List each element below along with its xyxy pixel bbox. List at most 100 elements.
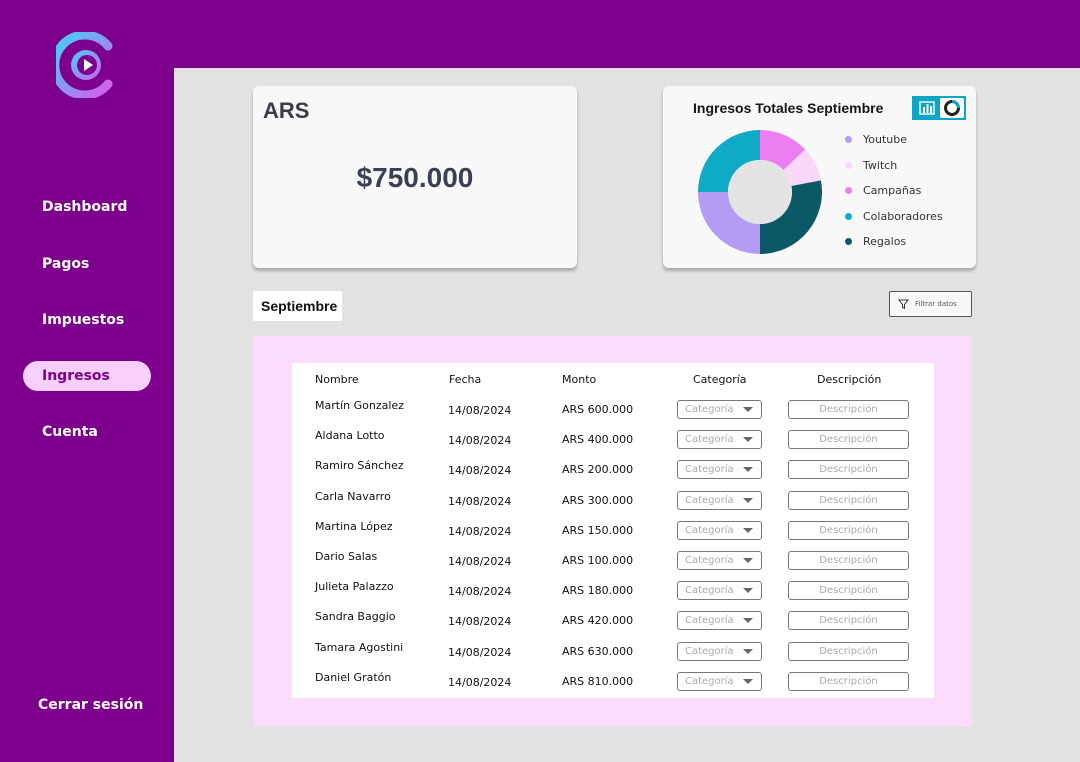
currency-label: ARS: [263, 98, 310, 123]
description-input[interactable]: Descripción: [788, 581, 909, 601]
legend-item: Regalos: [845, 235, 906, 248]
header-monto: Monto: [562, 373, 597, 386]
sidebar-item-pagos[interactable]: Pagos: [23, 249, 151, 279]
row-amount: ARS 810.000: [562, 674, 634, 688]
row-amount: ARS 300.000: [562, 493, 634, 507]
row-amount: ARS 630.000: [562, 644, 634, 658]
row-date: 14/08/2024: [448, 524, 512, 538]
description-input[interactable]: Descripción: [788, 490, 909, 510]
row-name: Tamara Agostini: [315, 640, 404, 654]
row-date: 14/08/2024: [448, 585, 512, 599]
logout-button[interactable]: Cerrar sesión: [38, 697, 143, 713]
legend-swatch: [845, 136, 852, 143]
description-input[interactable]: Descripción: [788, 551, 909, 570]
header-descripcion: Descripción: [817, 373, 882, 386]
description-input[interactable]: Descripción: [788, 641, 909, 661]
row-amount: ARS 100.000: [562, 554, 634, 567]
row-name: Carla Navarro: [315, 489, 391, 503]
row-name: Aldana Lotto: [315, 429, 385, 443]
row-amount: ARS 180.000: [562, 584, 634, 598]
legend-label: Regalos: [863, 235, 907, 248]
header-categoria: Categoría: [693, 373, 747, 386]
legend-swatch: [845, 238, 852, 245]
legend-swatch: [845, 212, 852, 220]
donut-hole: [728, 160, 792, 224]
legend-item: Twitch: [845, 159, 897, 172]
row-date: 14/08/2024: [448, 494, 512, 508]
category-dropdown[interactable]: Categoría: [677, 551, 762, 570]
legend-swatch: [845, 187, 852, 194]
balance-amount: $750.000: [356, 162, 474, 193]
description-input[interactable]: Descripción: [788, 460, 909, 480]
category-dropdown[interactable]: Categoría: [677, 581, 762, 601]
legend-label: Campañas: [863, 184, 922, 197]
sidebar-item-ingresos[interactable]: Ingresos: [23, 361, 151, 391]
legend-label: Twitch: [863, 158, 898, 172]
category-dropdown[interactable]: Categoría: [677, 671, 762, 691]
legend-item: Campañas: [845, 184, 921, 197]
chevron-down-icon: [743, 497, 753, 503]
description-input[interactable]: Descripción: [788, 520, 909, 540]
chevron-down-icon: [743, 437, 753, 443]
income-donut-chart: [698, 130, 822, 254]
sidebar-item-cuenta[interactable]: Cuenta: [23, 417, 151, 447]
row-name: Julieta Palazzo: [315, 580, 394, 594]
category-dropdown[interactable]: Categoría: [677, 430, 762, 450]
filter-icon: [898, 299, 909, 309]
row-name: Martina López: [315, 519, 393, 533]
description-input[interactable]: Descripción: [788, 611, 909, 631]
chevron-down-icon: [743, 678, 753, 684]
description-input[interactable]: Descripción: [788, 400, 909, 419]
income-chart-card: Ingresos Totales Septiembre Youtube Twitc…: [663, 86, 976, 268]
row-date: 14/08/2024: [448, 404, 512, 417]
row-amount: ARS 150.000: [562, 523, 634, 537]
row-date: 14/08/2024: [448, 434, 512, 448]
row-name: Martín Gonzalez: [315, 399, 404, 412]
chevron-down-icon: [743, 407, 753, 412]
filter-button[interactable]: Filtrar datos: [889, 291, 972, 317]
row-date: 14/08/2024: [448, 464, 512, 478]
row-amount: ARS 600.000: [562, 403, 634, 416]
row-amount: ARS 200.000: [562, 463, 634, 477]
legend-label: Youtube: [863, 133, 907, 146]
category-dropdown[interactable]: Categoría: [677, 641, 762, 661]
chart-title: Ingresos Totales Septiembre: [693, 100, 884, 116]
legend-item: Youtube: [845, 133, 907, 146]
sidebar-item-impuestos[interactable]: Impuestos: [23, 305, 151, 335]
row-date: 14/08/2024: [448, 555, 512, 568]
chevron-down-icon: [743, 527, 753, 533]
sidebar-item-dashboard[interactable]: Dashboard: [23, 192, 151, 222]
chevron-down-icon: [743, 558, 753, 563]
month-label: Septiembre: [253, 291, 342, 321]
chart-type-toggle: [912, 96, 966, 120]
filter-button-label: Filtrar datos: [915, 300, 957, 308]
row-date: 14/08/2024: [448, 675, 512, 689]
description-input[interactable]: Descripción: [788, 671, 909, 691]
header-fecha: Fecha: [449, 373, 482, 386]
pie-chart-icon[interactable]: [940, 98, 964, 118]
row-date: 14/08/2024: [448, 645, 512, 659]
category-dropdown[interactable]: Categoría: [677, 460, 762, 480]
category-dropdown[interactable]: Categoría: [677, 611, 762, 631]
app-logo: [56, 32, 113, 98]
category-dropdown[interactable]: Categoría: [677, 400, 762, 419]
category-dropdown[interactable]: Categoría: [677, 490, 762, 510]
row-date: 14/08/2024: [448, 615, 512, 629]
balance-card: ARS $750.000: [253, 86, 577, 268]
legend-label: Colaboradores: [863, 209, 943, 223]
chevron-down-icon: [743, 618, 753, 624]
legend-swatch: [845, 161, 852, 169]
category-dropdown[interactable]: Categoría: [677, 520, 762, 540]
description-input[interactable]: Descripción: [788, 430, 909, 450]
chevron-down-icon: [743, 467, 753, 473]
legend-item: Colaboradores: [845, 210, 943, 223]
bar-chart-icon[interactable]: [915, 98, 939, 118]
row-name: Dario Salas: [315, 550, 378, 563]
row-name: Sandra Baggio: [315, 610, 396, 624]
row-name: Daniel Gratón: [315, 670, 392, 684]
chevron-down-icon: [743, 588, 753, 594]
row-amount: ARS 420.000: [562, 614, 634, 628]
header-nombre: Nombre: [315, 373, 359, 386]
row-amount: ARS 400.000: [562, 433, 634, 447]
chevron-down-icon: [743, 648, 753, 654]
